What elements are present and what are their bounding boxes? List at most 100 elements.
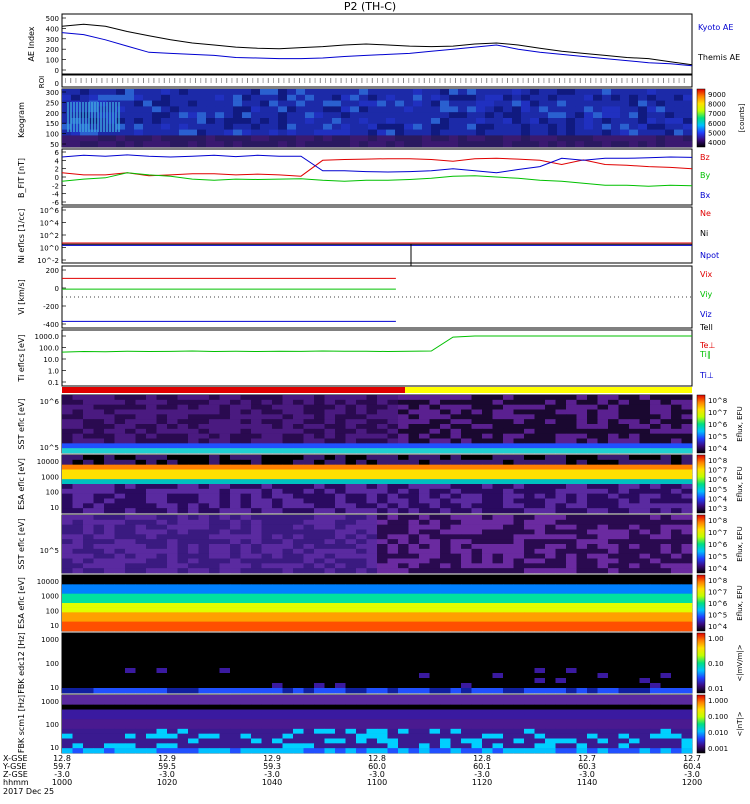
keogram-cell <box>476 89 485 95</box>
sst-electron-cell <box>430 395 441 400</box>
sst-electron-cell <box>220 410 231 415</box>
esa-electron-cell <box>671 508 682 513</box>
esa-electron-cell <box>619 460 630 465</box>
keogram-cell <box>188 118 197 124</box>
keogram-cell <box>431 130 440 136</box>
keogram-cell <box>521 130 530 136</box>
sst-ion-cell <box>566 539 577 544</box>
fbk-edc12-cell <box>577 638 588 643</box>
sst-electron-cell <box>230 434 241 439</box>
esa-ion-cell <box>535 612 546 617</box>
sst-electron-cell <box>493 434 504 439</box>
fbk-edc12-cell <box>73 633 84 638</box>
keogram-cell <box>377 106 386 112</box>
keogram-cell <box>341 89 350 95</box>
fbk-scm1-cell <box>661 714 672 719</box>
fbk-scm1-cell <box>104 705 115 710</box>
fbk-scm1-cell <box>293 724 304 729</box>
sst-electron-cell <box>115 395 126 400</box>
esa-ion-cell <box>73 617 84 622</box>
esa-electron-cell <box>514 484 525 489</box>
sst-electron-cell <box>419 400 430 405</box>
esa-electron-cell <box>262 474 273 479</box>
sst-ion-cell <box>272 549 283 554</box>
esa-ion-cell <box>367 575 378 580</box>
fbk-edc12-cell <box>272 668 283 673</box>
fbk-scm1-cell <box>283 695 294 700</box>
sst-electron-cell <box>524 424 535 429</box>
sst-electron-cell <box>482 414 493 419</box>
sst-electron-cell <box>577 434 588 439</box>
esa-electron-cell <box>335 474 346 479</box>
fbk-scm1-cell <box>398 724 409 729</box>
keogram-cell <box>413 101 422 107</box>
fbk-edc12-cell <box>293 678 304 683</box>
sst-ion-cell <box>587 515 598 520</box>
sst-electron-cell <box>629 429 640 434</box>
sst-ion-cell <box>136 544 147 549</box>
esa-electron-cell <box>188 455 199 460</box>
fbk-scm1-cell <box>167 695 178 700</box>
esa-ion-cell <box>514 626 525 631</box>
fbk-edc12-cell <box>94 678 105 683</box>
sst-electron-cell <box>388 429 399 434</box>
fbk-edc12-cell <box>619 658 630 663</box>
keogram-cell <box>395 130 404 136</box>
keogram-cell <box>404 112 413 118</box>
fbk-edc12-cell <box>661 633 672 638</box>
sst-electron-cell <box>440 429 451 434</box>
esa-ion-cell <box>503 612 514 617</box>
keogram-cell <box>413 135 422 141</box>
esa-ion-cell <box>356 575 367 580</box>
sst-ion-cell <box>241 563 252 568</box>
esa-ion-cell <box>178 594 189 599</box>
sst-electron-cell <box>62 410 73 415</box>
fbk-scm1-cell <box>535 700 546 705</box>
esa-ion-cell <box>283 584 294 589</box>
sst-ion-cell <box>262 563 273 568</box>
sst-ion-cell <box>461 559 472 564</box>
esa-electron-cell <box>619 508 630 513</box>
keogram-cell <box>683 118 692 124</box>
keogram-cell <box>431 118 440 124</box>
fbk-edc12-cell <box>83 668 94 673</box>
esa-electron-cell <box>398 474 409 479</box>
mode-bar-fast <box>405 387 692 393</box>
fbk-edc12-cell <box>199 683 210 688</box>
esa-ion-cell <box>556 608 567 613</box>
sst-ion-cell <box>94 525 105 530</box>
keogram-cell <box>251 124 260 130</box>
sst-ion-cell <box>671 568 682 573</box>
sst-ion-cell <box>608 534 619 539</box>
sst-electron-cell <box>136 434 147 439</box>
sst-electron-cell <box>377 419 388 424</box>
sst-ion-cell <box>640 539 651 544</box>
esa-electron-cell <box>661 460 672 465</box>
keogram-cell <box>206 141 215 147</box>
fbk-edc12-cell <box>682 678 693 683</box>
sst-electron-cell <box>535 439 546 444</box>
fbk-scm1-cell <box>220 719 231 724</box>
fbk-scm1-cell <box>325 695 336 700</box>
keogram-cell <box>503 124 512 130</box>
esa-ion-cell <box>440 608 451 613</box>
esa-ion-cell <box>146 594 157 599</box>
esa-electron-cell <box>671 503 682 508</box>
sst-electron-cell <box>640 410 651 415</box>
esa-ion-cell <box>535 594 546 599</box>
fbk-edc12-cell <box>367 633 378 638</box>
esa-electron-cell <box>472 508 483 513</box>
sst-ion-cell <box>125 539 136 544</box>
keogram-cell <box>521 124 530 130</box>
esa-electron-cell <box>640 455 651 460</box>
esa-ion-cell <box>535 608 546 613</box>
esa-ion-cell <box>577 598 588 603</box>
esa-electron-cell <box>230 499 241 504</box>
keogram-cell <box>188 141 197 147</box>
keogram-cell <box>188 124 197 130</box>
sst-ion-cell <box>293 559 304 564</box>
keogram-cell <box>530 89 539 95</box>
keogram-cell <box>314 124 323 130</box>
keogram-cell <box>548 112 557 118</box>
sst-electron-cell <box>430 400 441 405</box>
